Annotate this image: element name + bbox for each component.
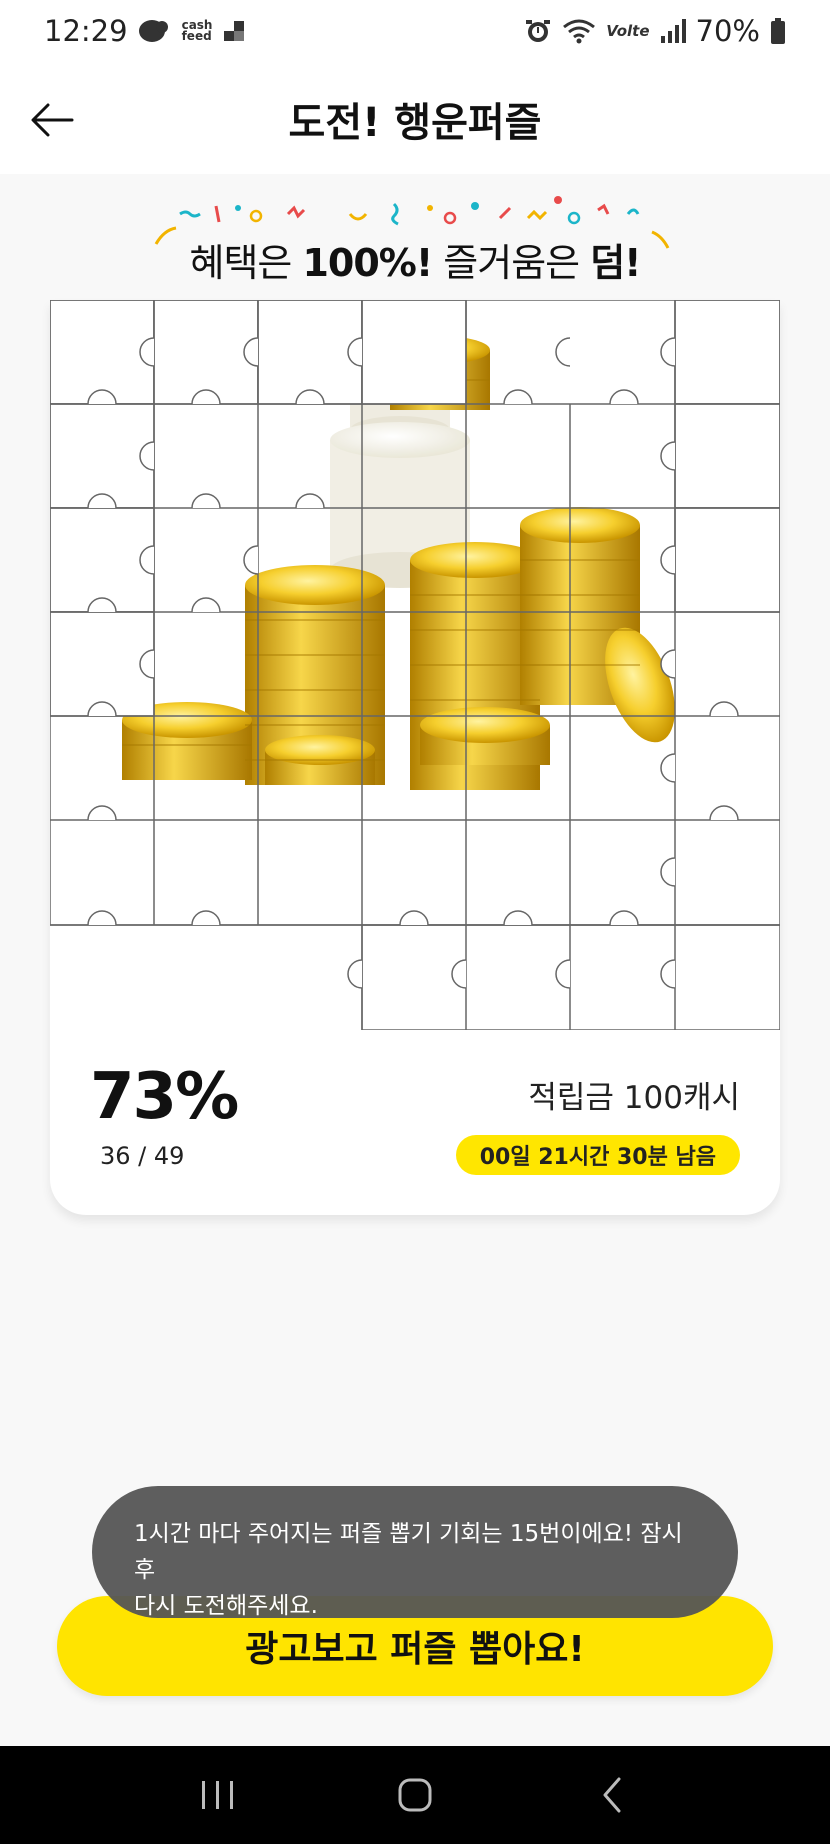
app-header: 도전! 행운퍼즐 — [0, 62, 830, 174]
banner-pre: 혜택은 — [189, 241, 303, 285]
progress-count: 36 / 49 — [100, 1142, 185, 1170]
cashfeed-label: cash feed — [181, 18, 213, 43]
status-bar: 12:29 cash feed Volte 70% — [0, 0, 830, 62]
recent-apps-button[interactable] — [178, 1765, 258, 1825]
cashfeed-icon — [138, 17, 172, 45]
timer-badge: 00일 21시간 30분 남음 — [455, 1135, 740, 1175]
home-icon — [398, 1778, 432, 1812]
wifi-icon — [562, 17, 596, 45]
toast-line-1: 1시간 마다 주어지는 퍼즐 뽑기 기회는 15번이에요! 잠시 후 — [134, 1521, 683, 1583]
system-nav-bar — [0, 1746, 830, 1844]
banner-mid: 즐거움은 — [432, 241, 591, 285]
status-left: 12:29 cash feed — [44, 14, 246, 48]
nav-back-button[interactable] — [572, 1765, 652, 1825]
page-title: 도전! 행운퍼즐 — [288, 100, 542, 146]
banner-bold-1: 100%! — [302, 241, 433, 285]
battery-percent: 70% — [695, 14, 760, 48]
puzzle-board[interactable] — [50, 300, 780, 1030]
toast-message: 1시간 마다 주어지는 퍼즐 뽑기 기회는 15번이에요! 잠시 후 다시 도전… — [92, 1486, 738, 1619]
toast-line-2: 다시 도전해주세요. — [134, 1593, 318, 1619]
back-icon — [603, 1777, 621, 1813]
home-button[interactable] — [375, 1765, 455, 1825]
banner-text: 혜택은 100%! 즐거움은 덤! — [150, 232, 680, 287]
signal-icon — [660, 18, 686, 44]
recent-apps-icon — [202, 1781, 234, 1809]
promo-banner: 혜택은 100%! 즐거움은 덤! — [150, 192, 680, 292]
notification-icon — [222, 19, 246, 43]
puzzle-card: 73% 36 / 49 적립금 100캐시 00일 21시간 30분 남음 — [50, 300, 780, 1215]
status-time: 12:29 — [44, 14, 128, 48]
progress-percent: 73% — [90, 1060, 239, 1134]
status-right: Volte 70% — [524, 14, 786, 48]
alarm-icon — [524, 17, 552, 45]
reward-label: 적립금 100캐시 — [528, 1080, 740, 1116]
battery-icon — [770, 17, 786, 45]
volte-icon: Volte — [606, 21, 650, 40]
banner-bold-2: 덤! — [590, 241, 641, 285]
